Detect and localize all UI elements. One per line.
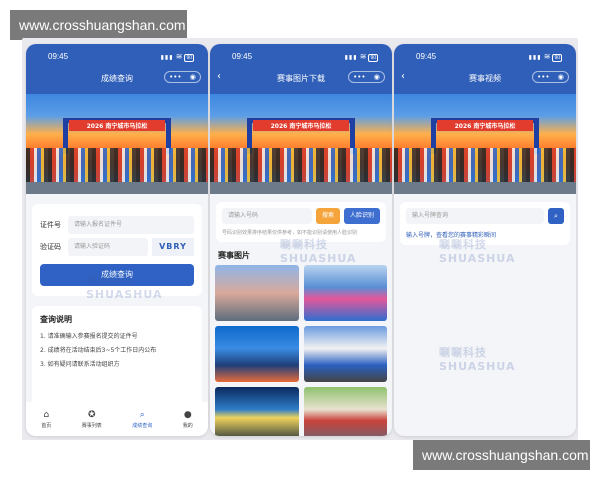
photo-thumbnail[interactable] (215, 387, 299, 436)
watermark-top: www.crosshuangshan.com (10, 10, 187, 40)
signal-icon: ▮▮▮ (344, 55, 358, 61)
notes-title: 查询说明 (40, 315, 72, 324)
battery-icon: 90 (184, 54, 194, 62)
video-search: 输入号牌查询 ⌕ 输入号牌，查看您的赛事精彩瞬间 (400, 202, 570, 245)
wifi-icon: ≋ (175, 52, 183, 61)
captcha-image[interactable]: VBRY (152, 238, 194, 256)
banner-image: 2026 南宁城市马拉松 (210, 94, 392, 194)
banner-image: 2026 南宁城市马拉松 (394, 94, 576, 194)
header: 09:45 ▮▮▮ ≋ 90 ‹ 赛事图片下载 ••• ◉ (210, 44, 392, 94)
photo-thumbnail[interactable] (215, 265, 299, 321)
face-recognition-button[interactable]: 人脸识别 (343, 208, 380, 224)
status-bar: 09:45 ▮▮▮ ≋ 90 (232, 52, 378, 62)
battery-icon: 90 (552, 54, 562, 62)
header: 09:45 ▮▮▮ ≋ 90 成绩查询 ••• ◉ (26, 44, 208, 94)
search-hint: 号码识别效果排序结果仅供参考，如不能识别请使用人脸识别 (222, 230, 358, 236)
capsule-menu[interactable]: ••• ◉ (164, 71, 201, 83)
tab-events[interactable]: ✪ 赛事列表 (82, 410, 102, 429)
battery-icon: 90 (368, 54, 378, 62)
code-label: 验证码 (40, 243, 61, 251)
road (26, 182, 208, 194)
status-bar: 09:45 ▮▮▮ ≋ 90 (416, 52, 562, 62)
home-icon: ⌂ (43, 409, 50, 420)
search-button[interactable]: 搜索 (315, 208, 340, 224)
close-icon[interactable]: ◉ (190, 73, 196, 81)
note-item: 1. 请准确输入参赛报名提交的证件号 (40, 333, 138, 340)
query-button[interactable]: 成绩查询 (40, 264, 194, 286)
wifi-icon: ≋ (543, 52, 551, 61)
tab-score[interactable]: ⌕ 成绩查询 (132, 410, 152, 429)
photo-thumbnail[interactable] (215, 326, 299, 382)
query-form: 证件号 请输入报名证件号 验证码 请输入验证码 VBRY 成绩查询 (32, 204, 202, 296)
logo-watermark: 唰唰科技 SHUASHUA (439, 346, 516, 373)
section-title: 赛事图片 (218, 251, 250, 260)
signal-icon: ▮▮▮ (160, 55, 174, 61)
arch-text: 2026 南宁城市马拉松 (437, 120, 533, 131)
photo-grid (210, 265, 392, 436)
phone-event-video: 09:45 ▮▮▮ ≋ 90 ‹ 赛事视频 ••• ◉ 2026 南宁城市马拉松 输… (394, 44, 576, 436)
more-icon[interactable]: ••• (537, 73, 549, 81)
hint-prefix: 输入号牌， (406, 232, 437, 239)
road (210, 182, 392, 194)
capsule-menu[interactable]: ••• ◉ (348, 71, 385, 83)
code-input[interactable]: 请输入验证码 (68, 238, 148, 256)
tab-me[interactable]: ● 我的 (183, 410, 193, 429)
note-item: 2. 成绩将在活动结束后3~5个工作日内公布 (40, 347, 157, 354)
tab-bar: ⌂ 首页 ✪ 赛事列表 ⌕ 成绩查询 ● 我的 (26, 402, 208, 436)
bib-input[interactable]: 请输入号码 (222, 208, 312, 224)
road (394, 182, 576, 194)
phone-photo-download: 09:45 ▮▮▮ ≋ 90 ‹ 赛事图片下载 ••• ◉ 2026 南宁城市马拉松… (210, 44, 392, 436)
photo-thumbnail[interactable] (303, 265, 387, 321)
signal-icon: ▮▮▮ (528, 55, 542, 61)
note-item: 3. 如有疑问请联系活动组织方 (40, 361, 120, 368)
bib-search: 请输入号码 搜索 人脸识别 号码识别效果排序结果仅供参考，如不能识别请使用人脸识… (216, 202, 386, 242)
user-icon: ● (183, 409, 192, 420)
more-icon[interactable]: ••• (169, 73, 181, 81)
query-notes: 查询说明 1. 请准确输入参赛报名提交的证件号 2. 成绩将在活动结束后3~5个… (32, 306, 202, 406)
arch-text: 2026 南宁城市马拉松 (69, 120, 165, 131)
status-time: 09:45 (416, 52, 437, 61)
status-time: 09:45 (232, 52, 253, 61)
search-doc-icon: ⌕ (139, 409, 145, 420)
plate-input[interactable]: 输入号牌查询 (406, 208, 544, 224)
phone-score-query: 09:45 ▮▮▮ ≋ 90 成绩查询 ••• ◉ 2026 南宁城市马拉松 证件号… (26, 44, 208, 436)
status-bar: 09:45 ▮▮▮ ≋ 90 (48, 52, 194, 62)
hint-link[interactable]: 查看您的赛事精彩瞬间 (436, 232, 496, 239)
more-icon[interactable]: ••• (353, 73, 365, 81)
id-label: 证件号 (40, 221, 61, 229)
close-icon[interactable]: ◉ (374, 73, 380, 81)
photo-thumbnail[interactable] (303, 387, 387, 436)
status-time: 09:45 (48, 52, 69, 61)
header: 09:45 ▮▮▮ ≋ 90 ‹ 赛事视频 ••• ◉ (394, 44, 576, 94)
photo-thumbnail[interactable] (303, 326, 387, 382)
wifi-icon: ≋ (359, 52, 367, 61)
arch-text: 2026 南宁城市马拉松 (253, 120, 349, 131)
watermark-bottom: www.crosshuangshan.com (413, 440, 590, 470)
close-icon[interactable]: ◉ (558, 73, 564, 81)
medal-icon: ✪ (87, 409, 96, 420)
capsule-menu[interactable]: ••• ◉ (532, 71, 569, 83)
search-icon[interactable]: ⌕ (548, 208, 564, 224)
banner-image: 2026 南宁城市马拉松 (26, 94, 208, 194)
id-input[interactable]: 请输入报名证件号 (68, 216, 194, 234)
tab-home[interactable]: ⌂ 首页 (41, 410, 51, 429)
